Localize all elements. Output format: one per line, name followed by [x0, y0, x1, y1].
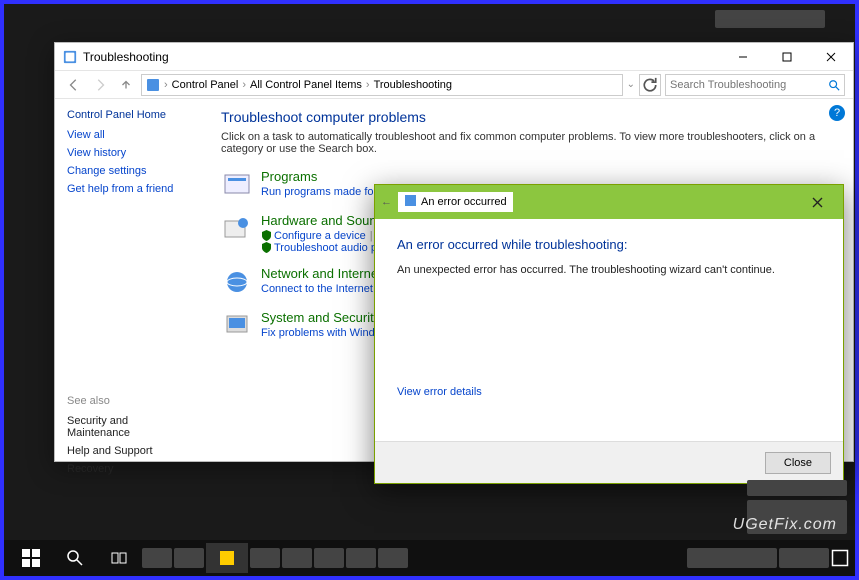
- page-description: Click on a task to automatically trouble…: [221, 131, 837, 155]
- system-icon: [221, 310, 253, 342]
- sidebar-link-change-settings[interactable]: Change settings: [67, 165, 193, 177]
- back-button[interactable]: [63, 74, 85, 96]
- dialog-title-text: An error occurred: [421, 196, 507, 208]
- taskbar-app-icon[interactable]: [378, 548, 408, 568]
- seealso-recovery[interactable]: Recovery: [67, 463, 193, 475]
- desktop: Troubleshooting › Control Panel › All Co…: [4, 4, 855, 576]
- sidebar-heading[interactable]: Control Panel Home: [67, 109, 193, 121]
- shield-icon: [261, 230, 272, 241]
- maximize-button[interactable]: [765, 43, 809, 70]
- taskbar-app-icon[interactable]: [206, 543, 248, 573]
- page-title: Troubleshoot computer problems: [221, 109, 837, 125]
- control-panel-icon: [63, 50, 77, 64]
- hardware-icon: [221, 213, 253, 245]
- sidebar: Control Panel Home View all View history…: [55, 99, 205, 461]
- taskbar-app-icon[interactable]: [314, 548, 344, 568]
- programs-icon: [221, 169, 253, 201]
- breadcrumb-item[interactable]: Troubleshooting: [374, 79, 452, 91]
- up-button[interactable]: [115, 74, 137, 96]
- search-taskbar-button[interactable]: [54, 543, 96, 573]
- task-view-button[interactable]: [98, 543, 140, 573]
- blurred-region: [747, 480, 847, 496]
- location-icon: [146, 78, 160, 92]
- category-title[interactable]: Programs: [261, 169, 410, 184]
- start-button[interactable]: [10, 543, 52, 573]
- view-error-details-link[interactable]: View error details: [397, 386, 482, 398]
- search-box[interactable]: [665, 74, 845, 96]
- forward-button[interactable]: [89, 74, 111, 96]
- taskbar-app-icon[interactable]: [346, 548, 376, 568]
- sidebar-link-get-help[interactable]: Get help from a friend: [67, 183, 193, 195]
- sidebar-link-view-all[interactable]: View all: [67, 129, 193, 141]
- error-dialog: ← An error occurred An error occurred wh…: [374, 184, 844, 484]
- taskbar: [4, 540, 855, 576]
- taskbar-app-icon[interactable]: [142, 548, 172, 568]
- dialog-close-button[interactable]: [797, 185, 837, 219]
- help-icon[interactable]: ?: [829, 105, 845, 121]
- watermark: UGetFix.com: [733, 516, 837, 534]
- blurred-region: [715, 10, 825, 28]
- breadcrumb[interactable]: › Control Panel › All Control Panel Item…: [141, 74, 623, 96]
- notifications-button[interactable]: [831, 543, 849, 573]
- close-button[interactable]: [809, 43, 853, 70]
- search-input[interactable]: [670, 79, 824, 91]
- seealso-help[interactable]: Help and Support: [67, 445, 193, 457]
- navigation-bar: › Control Panel › All Control Panel Item…: [55, 71, 853, 99]
- dialog-titlebar: ← An error occurred: [375, 185, 843, 219]
- sidebar-link-view-history[interactable]: View history: [67, 147, 193, 159]
- window-title: Troubleshooting: [83, 50, 721, 64]
- breadcrumb-item[interactable]: Control Panel: [172, 79, 239, 91]
- network-icon: [221, 266, 253, 298]
- dialog-body: An error occurred while troubleshooting:…: [375, 219, 843, 441]
- close-button[interactable]: Close: [765, 452, 831, 474]
- dialog-heading: An error occurred while troubleshooting:: [397, 237, 821, 252]
- refresh-button[interactable]: [639, 74, 661, 96]
- back-arrow-icon[interactable]: ←: [381, 196, 392, 208]
- sublink[interactable]: Connect to the Internet: [261, 283, 373, 295]
- see-also-heading: See also: [67, 395, 193, 407]
- search-icon: [828, 79, 840, 91]
- clock[interactable]: [779, 548, 829, 568]
- breadcrumb-dropdown[interactable]: ⌄: [627, 79, 635, 90]
- titlebar: Troubleshooting: [55, 43, 853, 71]
- taskbar-app-icon[interactable]: [282, 548, 312, 568]
- dialog-message: An unexpected error has occurred. The tr…: [397, 264, 821, 276]
- taskbar-app-icon[interactable]: [250, 548, 280, 568]
- seealso-security[interactable]: Security and Maintenance: [67, 415, 193, 439]
- minimize-button[interactable]: [721, 43, 765, 70]
- shield-icon: [261, 242, 272, 253]
- dialog-footer: Close: [375, 441, 843, 483]
- sublink[interactable]: Configure a device: [274, 230, 366, 242]
- taskbar-app-icon[interactable]: [174, 548, 204, 568]
- system-tray[interactable]: [687, 548, 777, 568]
- dialog-icon: [404, 194, 417, 210]
- breadcrumb-item[interactable]: All Control Panel Items: [250, 79, 362, 91]
